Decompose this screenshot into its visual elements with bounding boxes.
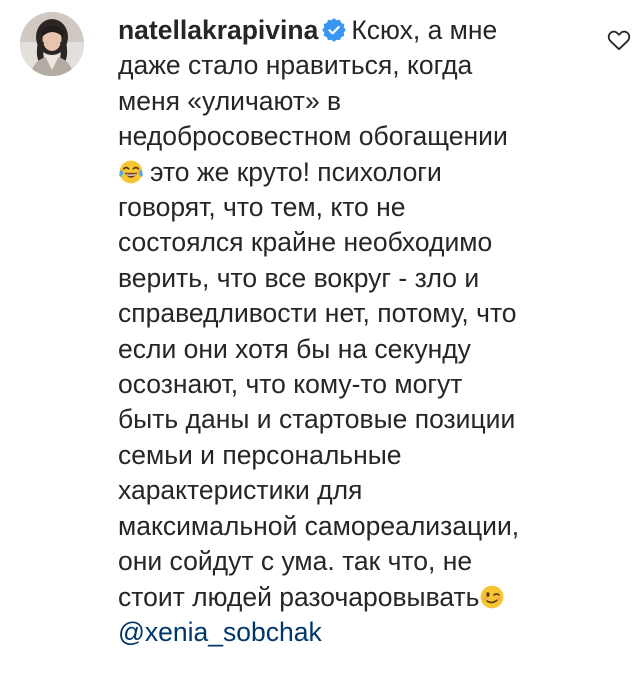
comment-line: говорят, что тем, кто не (118, 192, 406, 223)
comment-line-text: стоит людей разочаровывать (118, 581, 480, 612)
comment-line: семьи и персональные (118, 439, 402, 470)
comment-line: справедливости нет, потому, что (118, 298, 517, 329)
comment-line: недобросовестном обогащении (118, 121, 508, 152)
comment-line: natellakrapivina Ксюх, а мне (118, 13, 598, 48)
mention-link[interactable]: @xenia_sobchak (118, 617, 322, 647)
username-link[interactable]: natellakrapivina (118, 15, 318, 45)
comment-line-text: это же круто! психологи (150, 156, 442, 187)
comment-line: максимальной самореализации, (118, 510, 520, 541)
comment-line: быть даны и стартовые позиции (118, 404, 516, 435)
comment: natellakrapivina Ксюх, а мне даже стало н… (0, 0, 640, 680)
comment-line: стоит людей разочаровывать (118, 580, 598, 615)
winking-face-emoji (481, 585, 504, 608)
tears-of-joy-emoji (119, 160, 143, 183)
verified-badge-icon (322, 18, 347, 42)
comment-line: это же круто! психологи (118, 155, 598, 190)
heart-outline-icon[interactable] (607, 29, 631, 51)
comment-line: если они хотя бы на секунду (118, 333, 471, 364)
comment-line: @xenia_sobchak (118, 615, 598, 650)
comment-line: состоялся крайне необходимо (118, 227, 493, 258)
avatar[interactable] (20, 12, 84, 76)
comment-text: natellakrapivina Ксюх, а мне даже стало н… (118, 13, 598, 650)
profile-photo (20, 12, 84, 76)
comment-line-text: Ксюх, а мне (351, 15, 498, 45)
comment-line: осознают, что кому-то могут (118, 369, 463, 400)
comment-line: даже стало нравиться, когда (118, 50, 473, 81)
comment-line: характеристики для (118, 475, 363, 506)
comment-line: меня «уличают» в (118, 85, 342, 116)
comment-line: верить, что все вокруг - зло и (118, 262, 480, 293)
comment-line: они сойдут с ума. так что, не (118, 546, 473, 577)
